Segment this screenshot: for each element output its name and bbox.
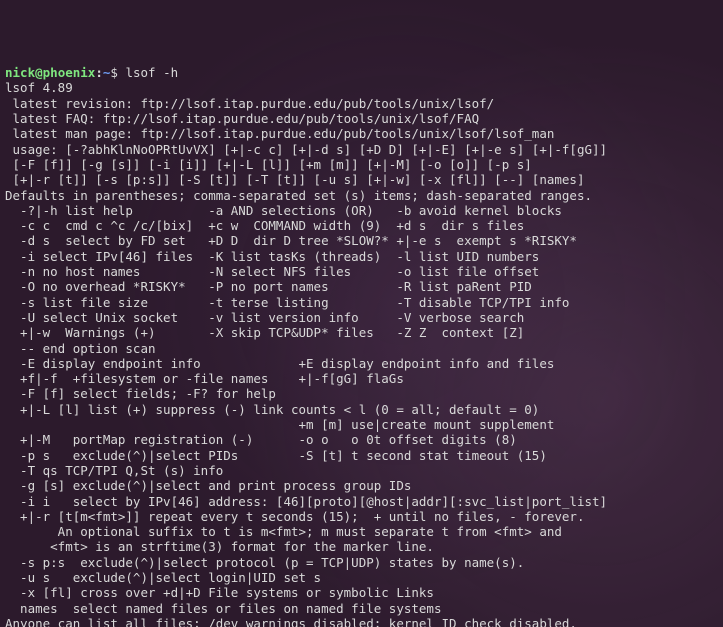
terminal-prompt: nick@phoenix:~$ lsof -h	[5, 65, 178, 80]
prompt-at: @	[35, 65, 43, 80]
prompt-host: phoenix	[43, 65, 96, 80]
command-input[interactable]: lsof -h	[125, 65, 178, 80]
prompt-colon: :	[95, 65, 103, 80]
prompt-user: nick	[5, 65, 35, 80]
prompt-dollar: $	[110, 65, 118, 80]
terminal-output: lsof 4.89 latest revision: ftp://lsof.it…	[5, 80, 718, 627]
